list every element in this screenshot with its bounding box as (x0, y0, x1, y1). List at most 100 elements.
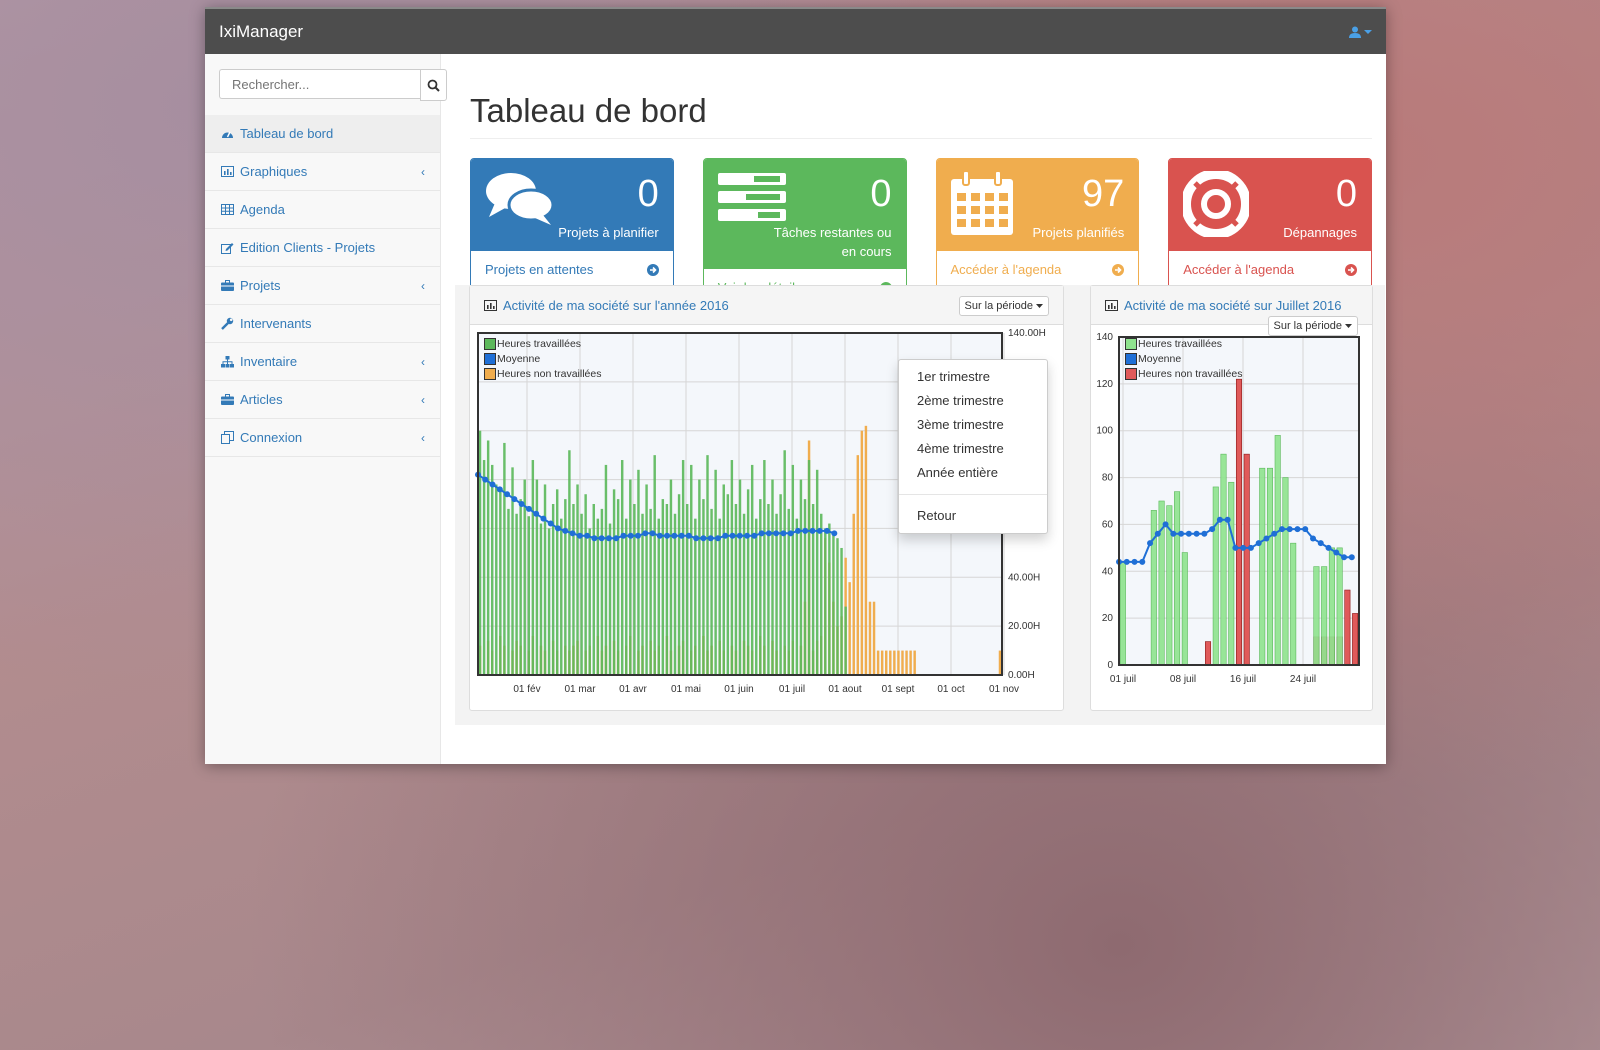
year-chart-legend: Heures travaillées Moyenne Heures non tr… (484, 336, 601, 381)
bar-worked (612, 489, 616, 675)
y-tick-label: 20.00H (1008, 621, 1040, 632)
sidebar-item-articles[interactable]: Articles ‹ (205, 381, 440, 419)
x-tick-label: 08 juil (1170, 674, 1196, 685)
period-button-label: Sur la période (964, 300, 1034, 312)
bar-unworked (1235, 378, 1243, 666)
average-point (1310, 535, 1316, 542)
dropdown-item-q3[interactable]: 3ème trimestre (899, 413, 1047, 437)
bar-worked (657, 518, 660, 675)
x-tick-label: 01 fév (513, 684, 540, 695)
app-brand[interactable]: IxiManager (219, 22, 303, 42)
sidebar-item-inventaire[interactable]: Inventaire ‹ (205, 343, 440, 381)
card-link-acceder-agenda[interactable]: Accéder à l'agenda (936, 251, 1139, 288)
x-tick-label: 16 juil (1230, 674, 1256, 685)
average-point (1139, 558, 1146, 565)
dropdown-item-q4[interactable]: 4ème trimestre (899, 437, 1047, 461)
x-tick-label: 01 mar (564, 684, 596, 695)
average-point (634, 532, 641, 539)
bar-worked (604, 464, 608, 675)
average-point (722, 532, 729, 539)
average-point (1224, 516, 1231, 523)
average-point (554, 525, 561, 532)
dropdown-item-full-year[interactable]: Année entière (899, 461, 1047, 485)
bar-worked (722, 484, 725, 675)
average-point (765, 530, 772, 537)
bar-worked (677, 494, 681, 675)
panel-month-activity: Activité de ma société sur Juillet 2016 … (1090, 285, 1373, 711)
sidebar-item-label: Projets (240, 278, 281, 293)
bar-worked (495, 484, 498, 675)
legend-label: Moyenne (1138, 352, 1182, 365)
bar-worked (620, 460, 624, 675)
sidebar-item-dashboard[interactable]: Tableau de bord (205, 115, 440, 153)
bar-worked (1220, 453, 1227, 666)
sidebar-item-label: Articles (240, 392, 283, 407)
sidebar-item-agenda[interactable]: Agenda (205, 191, 440, 229)
y-tick-label: 60 (1102, 519, 1114, 530)
sidebar-item-label: Inventaire (240, 354, 298, 369)
average-point (707, 535, 714, 542)
bar-worked (661, 499, 665, 675)
average-point (1286, 526, 1293, 533)
bar-unworked (889, 650, 892, 675)
sitemap-icon (220, 355, 234, 368)
bar-worked (714, 469, 717, 675)
bar-unworked (893, 650, 896, 675)
bar-worked (499, 489, 502, 675)
bar-worked (1274, 435, 1281, 666)
sidebar-item-connexion[interactable]: Connexion ‹ (205, 419, 440, 457)
bar-worked (1328, 547, 1335, 666)
average-point (693, 535, 700, 542)
card-value: 0 (637, 173, 659, 215)
bar-worked (1313, 566, 1320, 666)
bar-worked (531, 460, 535, 675)
bar-worked (791, 464, 795, 675)
average-point (1232, 544, 1239, 551)
bar-worked (568, 450, 571, 675)
bar-worked (759, 499, 762, 675)
bar-worked (742, 513, 746, 675)
bar-chart-icon (220, 166, 234, 177)
calendar-icon (950, 171, 1013, 235)
y-tick-label: 40.00H (1008, 572, 1040, 583)
average-point (525, 505, 532, 512)
average-point (1185, 530, 1192, 537)
bar-unworked (897, 650, 900, 675)
card-link-acceder-agenda-depannage[interactable]: Accéder à l'agenda (1169, 251, 1371, 288)
bar-worked (572, 504, 575, 675)
bar-worked (535, 479, 539, 675)
bar-worked (702, 499, 705, 675)
average-point (1341, 554, 1348, 561)
search-input[interactable] (219, 69, 420, 99)
average-point (685, 532, 692, 539)
average-point (620, 532, 627, 539)
y-tick-label: 140.00H (1008, 328, 1046, 339)
card-link-projets-en-attentes[interactable]: Projets en attentes (471, 251, 673, 288)
sidebar-item-projets[interactable]: Projets ‹ (205, 267, 440, 305)
y-tick-label: 20 (1102, 613, 1114, 624)
bar-worked (840, 547, 843, 675)
user-menu[interactable] (1349, 26, 1372, 38)
bar-chart-icon (1105, 299, 1118, 311)
average-point (518, 501, 525, 507)
legend-unworked: Heures non travaillées (484, 366, 601, 381)
dropdown-item-back[interactable]: Retour (899, 504, 1047, 528)
period-dropdown-button[interactable]: Sur la période (958, 296, 1049, 316)
x-tick-label: 24 juil (1290, 674, 1316, 685)
dropdown-item-q1[interactable]: 1er trimestre (899, 365, 1047, 389)
bar-unworked (1205, 641, 1212, 666)
dropdown-item-q2[interactable]: 2ème trimestre (899, 389, 1047, 413)
average-point (1278, 526, 1285, 533)
bar-unworked (1352, 613, 1359, 666)
search-icon (427, 79, 440, 92)
sidebar-item-intervenants[interactable]: Intervenants (205, 305, 440, 343)
average-point (1170, 530, 1177, 537)
bar-worked (1336, 547, 1343, 666)
sidebar-item-label: Tableau de bord (240, 126, 334, 141)
legend-worked: Heures travaillées (484, 336, 601, 351)
average-point (736, 532, 743, 539)
bar-worked (803, 499, 807, 675)
sidebar-item-edition-clients[interactable]: Edition Clients - Projets (205, 229, 440, 267)
sidebar-item-graphiques[interactable]: Graphiques ‹ (205, 153, 440, 191)
bar-worked (1181, 552, 1188, 666)
